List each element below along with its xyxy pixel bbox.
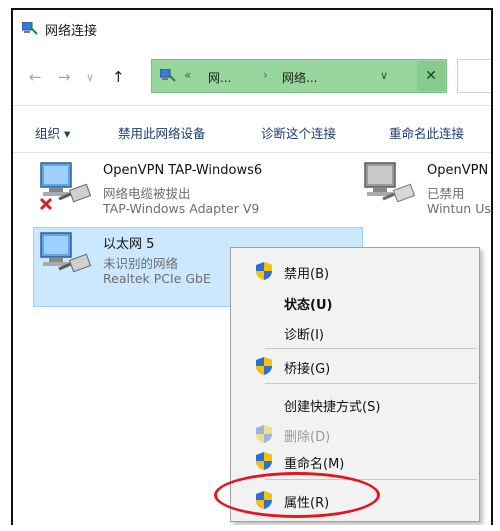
connection-name: OpenVPN (427, 163, 489, 178)
menu-separator (265, 383, 477, 384)
connection-device: Realtek PCIe GbE (103, 271, 211, 286)
menu-item-status[interactable]: 状态(U) (284, 294, 332, 313)
menu-item-bridge[interactable]: 桥接(G) (284, 358, 330, 377)
up-arrow-icon[interactable]: ↑ (112, 68, 125, 86)
window: 网络连接 ← → ∨ ↑ « 网... › 网络... ∨ ✕ 组织 ▾ 禁用此… (11, 8, 493, 525)
back-arrow-icon[interactable]: ← (29, 68, 42, 86)
uac-shield-icon (256, 425, 272, 443)
divider (13, 152, 491, 153)
address-bar[interactable]: « 网... › 网络... ∨ ✕ (151, 59, 447, 93)
connection-item-openvpn-tap[interactable]: OpenVPN TAP-Windows6 网络电缆被拔出 TAP-Windows… (39, 161, 329, 219)
menu-separator (265, 348, 477, 349)
connection-device: TAP-Windows Adapter V9 (103, 201, 260, 216)
address-dropdown-icon[interactable]: ∨ (380, 69, 388, 82)
recent-locations-icon[interactable]: ∨ (86, 71, 94, 84)
connection-status: 已禁用 (427, 186, 465, 201)
connection-name: 以太网 5 (103, 237, 155, 252)
divider (13, 105, 491, 106)
forward-arrow-icon[interactable]: → (58, 68, 71, 86)
uac-shield-icon (256, 357, 272, 375)
breadcrumb-network-connections[interactable]: 网络... (282, 69, 317, 86)
breadcrumb-separator: › (263, 68, 268, 82)
network-adapter-icon (40, 232, 92, 273)
title-bar: 网络连接 (13, 10, 491, 46)
connection-item-openvpn-wintun[interactable]: OpenVPN 已禁用 Wintun Us (363, 161, 491, 219)
network-adapter-disabled-icon (364, 162, 416, 203)
clear-address-button[interactable]: ✕ (417, 61, 445, 91)
connection-device: Wintun Us (427, 201, 491, 216)
breadcrumb-overflow[interactable]: « (184, 68, 191, 82)
menu-item-create-shortcut[interactable]: 创建快捷方式(S) (284, 396, 380, 415)
menu-item-delete: 删除(D) (284, 430, 331, 445)
rename-connection-button[interactable]: 重命名此连接 (389, 123, 464, 142)
diagnose-connection-button[interactable]: 诊断这个连接 (261, 123, 336, 142)
connection-status: 未识别的网络 (103, 256, 179, 271)
disable-device-button[interactable]: 禁用此网络设备 (118, 123, 206, 142)
breadcrumb-network[interactable]: 网... (208, 69, 231, 86)
organize-button[interactable]: 组织 ▾ (35, 123, 70, 142)
menu-item-disable[interactable]: 禁用(B) (284, 263, 329, 282)
network-folder-icon (160, 69, 176, 82)
menu-item-diagnose[interactable]: 诊断(I) (284, 324, 324, 343)
network-adapter-icon (39, 162, 92, 211)
uac-shield-icon (256, 452, 272, 470)
connection-name: OpenVPN TAP-Windows6 (103, 163, 263, 178)
uac-shield-icon (256, 262, 272, 280)
search-input[interactable] (457, 59, 491, 93)
highlight-annotation (214, 472, 380, 518)
window-title: 网络连接 (45, 24, 98, 39)
network-connections-icon (22, 22, 38, 35)
connection-status: 网络电缆被拔出 (103, 186, 191, 201)
menu-item-rename[interactable]: 重命名(M) (284, 453, 344, 472)
